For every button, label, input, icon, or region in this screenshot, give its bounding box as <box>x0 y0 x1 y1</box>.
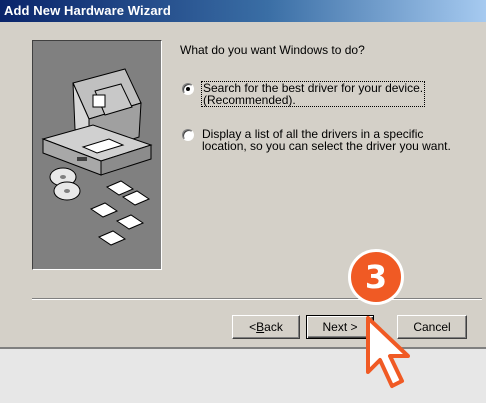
cd-icon <box>49 167 81 201</box>
back-label-rest: ack <box>264 320 283 334</box>
option-display-line2: location, so you can select the driver y… <box>202 139 451 153</box>
window-title: Add New Hardware Wizard <box>4 3 171 18</box>
option-display-label[interactable]: Display a list of all the drivers in a s… <box>202 128 451 152</box>
option-display-driver-list[interactable]: Display a list of all the drivers in a s… <box>182 128 451 152</box>
option-search-line2: (Recommended). <box>203 93 296 107</box>
option-search-label[interactable]: Search for the best driver for your devi… <box>200 81 426 107</box>
button-separator <box>32 298 482 300</box>
back-button[interactable]: < Back <box>232 315 300 339</box>
hardware-illustration <box>41 68 153 246</box>
hand-pointer-cursor-icon <box>366 316 410 388</box>
title-bar: Add New Hardware Wizard <box>0 0 486 22</box>
step-number-badge: 3 <box>348 249 404 305</box>
next-label: Next > <box>322 320 358 334</box>
radio-search-best-driver[interactable] <box>182 83 194 95</box>
back-label-mnemonic: B <box>256 320 265 334</box>
back-label-prefix: < <box>249 320 257 334</box>
cancel-label: Cancel <box>413 320 451 334</box>
computer-icon <box>41 68 153 176</box>
option-search-best-driver[interactable]: Search for the best driver for your devi… <box>182 81 426 107</box>
floppy-disk-icon <box>89 180 151 246</box>
radio-selected-dot <box>186 87 190 91</box>
wizard-dialog: Add New Hardware Wizard What do you want… <box>0 0 486 349</box>
radio-display-driver-list[interactable] <box>182 129 194 141</box>
wizard-question: What do you want Windows to do? <box>180 43 365 57</box>
wizard-illustration-panel <box>32 40 162 270</box>
